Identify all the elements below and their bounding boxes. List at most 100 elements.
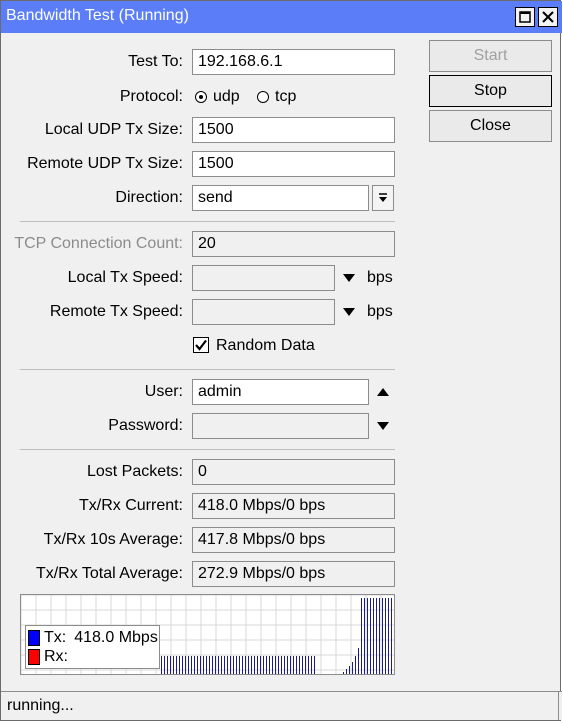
checkmark-icon [195, 339, 207, 351]
traffic-bar [385, 598, 386, 674]
section-divider [20, 369, 395, 370]
title-bar[interactable]: Bandwidth Test (Running) [1, 1, 562, 33]
local-tx-speed-dropdown[interactable] [341, 272, 357, 284]
traffic-bar [173, 656, 174, 674]
traffic-bar [221, 656, 222, 674]
traffic-bar [349, 666, 350, 674]
traffic-bar [161, 656, 162, 674]
triangle-down-icon [343, 274, 355, 282]
local-udp-tx-size-input[interactable]: 1500 [192, 117, 395, 143]
triangle-up-icon [377, 388, 389, 396]
triangle-down-icon [343, 308, 355, 316]
traffic-bar [263, 656, 264, 674]
user-input[interactable]: admin [192, 379, 369, 405]
password-label: Password: [108, 417, 183, 434]
legend-tx-value: 418.0 Mbps [74, 629, 158, 646]
remote-tx-speed-input[interactable] [192, 299, 335, 325]
traffic-bar [215, 656, 216, 674]
tcp-connection-count-input[interactable]: 20 [192, 231, 395, 257]
stop-button[interactable]: Stop [429, 75, 552, 107]
radio-unselected-icon [257, 91, 269, 103]
traffic-bar [391, 598, 392, 674]
traffic-bar [254, 656, 255, 674]
traffic-bar [251, 656, 252, 674]
protocol-udp-label: udp [213, 88, 240, 105]
local-tx-speed-input[interactable] [192, 265, 335, 291]
user-label: User: [144, 383, 183, 400]
traffic-bar [248, 656, 249, 674]
random-data-label: Random Data [216, 337, 315, 354]
traffic-bar [299, 656, 300, 674]
traffic-bar [361, 598, 362, 674]
txrx-10s-average-value: 417.8 Mbps/0 bps [192, 527, 395, 553]
traffic-bar [257, 656, 258, 674]
remote-udp-tx-size-label: Remote UDP Tx Size: [27, 155, 183, 172]
section-divider [20, 221, 395, 222]
traffic-bar [209, 656, 210, 674]
direction-dropdown-button[interactable] [372, 185, 394, 211]
traffic-bar [224, 656, 225, 674]
txrx-total-average-value: 272.9 Mbps/0 bps [192, 561, 395, 587]
local-tx-speed-label: Local Tx Speed: [67, 269, 183, 286]
traffic-bar [358, 648, 359, 674]
traffic-bar [206, 656, 207, 674]
traffic-bar [367, 598, 368, 674]
traffic-bar [200, 656, 201, 674]
traffic-bar [182, 656, 183, 674]
traffic-bar [197, 656, 198, 674]
legend-tx: Tx: 418.0 Mbps [28, 629, 158, 647]
traffic-bar [278, 656, 279, 674]
traffic-bar [218, 656, 219, 674]
traffic-bar [388, 598, 389, 674]
traffic-bar [194, 656, 195, 674]
traffic-bar [242, 656, 243, 674]
traffic-bar [176, 656, 177, 674]
traffic-bar [269, 656, 270, 674]
user-collapse-toggle[interactable] [375, 386, 391, 398]
status-text: running... [7, 697, 74, 714]
legend-rx: Rx: [28, 648, 68, 666]
txrx-total-average-label: Tx/Rx Total Average: [35, 565, 183, 582]
test-to-input[interactable]: 192.168.6.1 [192, 49, 395, 75]
txrx-current-value: 418.0 Mbps/0 bps [192, 493, 395, 519]
traffic-bar [179, 656, 180, 674]
traffic-bar [296, 656, 297, 674]
start-button[interactable]: Start [429, 40, 552, 72]
traffic-bar [185, 656, 186, 674]
traffic-bar [305, 656, 306, 674]
traffic-bar [343, 672, 344, 674]
protocol-label: Protocol: [119, 88, 183, 105]
close-window-button[interactable] [538, 7, 558, 27]
traffic-bar [373, 598, 374, 674]
traffic-bar [308, 656, 309, 674]
remote-tx-speed-dropdown[interactable] [341, 306, 357, 318]
test-to-label: Test To: [128, 53, 183, 70]
traffic-bar [352, 662, 353, 674]
tx-color-swatch [28, 630, 40, 646]
maximize-button[interactable] [515, 7, 535, 27]
close-button[interactable]: Close [429, 110, 552, 142]
traffic-bar [272, 656, 273, 674]
traffic-bar [287, 656, 288, 674]
traffic-bar [293, 656, 294, 674]
traffic-bar [188, 656, 189, 674]
status-divider [558, 691, 559, 720]
traffic-bar [382, 598, 383, 674]
protocol-radio-udp[interactable]: udp [195, 88, 240, 106]
traffic-bar [346, 669, 347, 674]
random-data-checkbox[interactable] [193, 337, 209, 353]
remote-udp-tx-size-input[interactable]: 1500 [192, 151, 395, 177]
direction-select[interactable]: send [192, 185, 369, 211]
traffic-bar [191, 656, 192, 674]
traffic-bar [355, 656, 356, 674]
maximize-icon [519, 11, 531, 23]
traffic-bar [314, 656, 315, 674]
traffic-bar [266, 656, 267, 674]
password-input[interactable] [192, 413, 369, 439]
protocol-radio-tcp[interactable]: tcp [257, 88, 296, 106]
traffic-bar [290, 656, 291, 674]
close-icon [542, 11, 554, 23]
traffic-bar [376, 598, 377, 674]
password-expand-toggle[interactable] [375, 420, 391, 432]
section-divider [20, 449, 395, 450]
